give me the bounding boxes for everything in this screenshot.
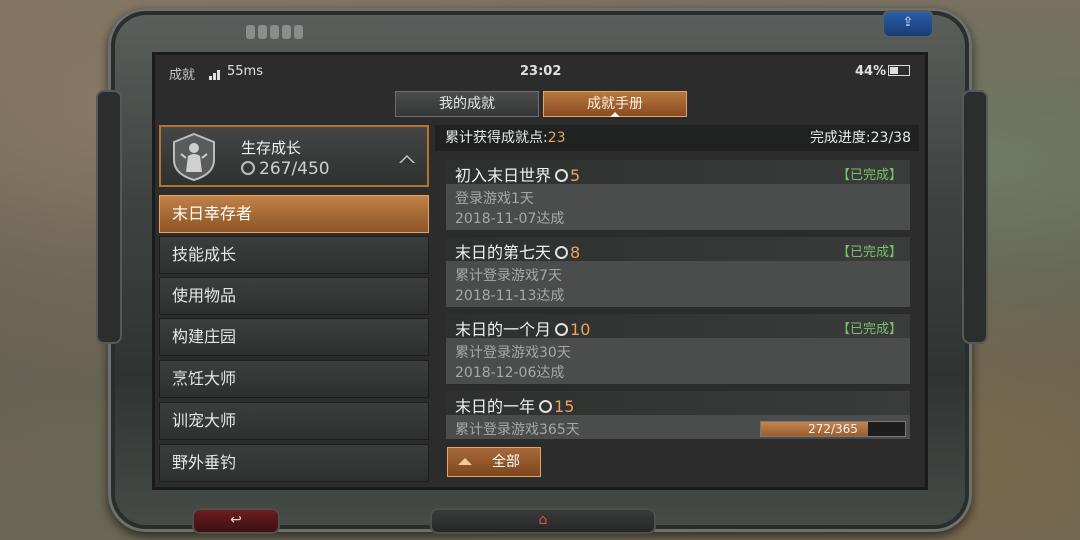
progress-text: 272/365	[808, 422, 858, 436]
medal-icon	[555, 169, 569, 182]
subcategory-item[interactable]: 使用物品	[159, 277, 429, 315]
total-points-value: 23	[547, 130, 566, 146]
achievement-name: 初入末日世界 5	[455, 162, 580, 186]
signal-icon	[209, 65, 221, 80]
total-points: 累计获得成就点:23	[445, 125, 566, 151]
tab-my-achievements[interactable]: 我的成就	[395, 91, 539, 117]
ping-value: 55ms	[227, 64, 263, 79]
medal-icon	[241, 161, 255, 175]
status-bar: 成就 55ms 23:02 44%	[155, 55, 925, 89]
achievement-card[interactable]: 末日的第七天 8 【已完成】 累计登录游戏7天 2018-11-13达成	[445, 236, 911, 308]
medal-icon	[555, 323, 569, 336]
achievement-desc: 累计登录游戏7天	[455, 268, 562, 284]
subcategory-item[interactable]: 训宠大师	[159, 402, 429, 440]
home-button[interactable]: ⌂	[430, 508, 656, 534]
subcategory-item[interactable]: 末日幸存者	[159, 195, 429, 233]
achievement-points: 5	[570, 166, 581, 185]
completed-badge: 【已完成】	[836, 168, 902, 183]
tab-achievement-handbook[interactable]: 成就手册	[543, 91, 687, 117]
achievement-name: 末日的第七天 8	[455, 239, 580, 263]
frame-left-handle	[96, 90, 122, 344]
battery-percent: 44%	[855, 64, 887, 79]
share-icon: ⇪	[902, 15, 914, 30]
filter-all-button[interactable]: 全部	[447, 447, 541, 477]
medal-icon	[555, 246, 569, 259]
category-header[interactable]: 生存成长 267/450	[159, 125, 429, 187]
achievement-card[interactable]: 末日的一年 15 累计登录游戏365天 272/365	[445, 390, 911, 440]
subcategory-item[interactable]: 野外垂钓	[159, 444, 429, 482]
screen: 成就 55ms 23:02 44% 我的成就 成就手册 生存成长 267/450…	[152, 52, 928, 490]
survivor-badge-icon	[173, 132, 215, 182]
clock: 23:02	[520, 64, 562, 79]
achievement-title: 末日的一个月	[455, 320, 552, 339]
subcategory-item[interactable]: 技能成长	[159, 236, 429, 274]
achievement-date: 2018-11-13达成	[455, 288, 565, 304]
achievement-points: 8	[570, 243, 581, 262]
back-icon: ↩	[230, 512, 242, 528]
completed-badge: 【已完成】	[836, 245, 902, 260]
collapse-chevron-icon[interactable]	[399, 155, 415, 163]
category-title: 生存成长	[241, 139, 302, 157]
achievement-list: 累计获得成就点:23 完成进度:23/38 初入末日世界 5 【已完成】 登录游戏…	[435, 125, 919, 487]
achievement-date: 2018-12-06达成	[455, 365, 565, 381]
achievement-date: 2018-11-07达成	[455, 211, 565, 227]
medal-icon	[539, 400, 553, 413]
filter-label: 全部	[492, 454, 520, 470]
achievement-desc: 累计登录游戏30天	[455, 345, 571, 361]
achievement-card[interactable]: 初入末日世界 5 【已完成】 登录游戏1天 2018-11-07达成	[445, 159, 911, 231]
battery-icon	[888, 65, 910, 76]
category-points: 267/450	[241, 159, 330, 179]
frame-grip	[246, 24, 312, 40]
app-name: 成就	[169, 68, 196, 83]
achievement-title: 末日的一年	[455, 397, 536, 416]
subcategory-item[interactable]: 构建庄园	[159, 318, 429, 356]
completed-badge: 【已完成】	[836, 322, 902, 337]
achievement-name: 末日的一个月 10	[455, 316, 590, 340]
subcategory-item[interactable]: 烹饪大师	[159, 360, 429, 398]
achievement-desc: 登录游戏1天	[455, 191, 534, 207]
achievement-name: 末日的一年 15	[455, 393, 574, 417]
summary-bar: 累计获得成就点:23 完成进度:23/38	[435, 125, 919, 151]
chevron-up-icon	[458, 458, 472, 465]
back-button[interactable]: ↩	[192, 508, 280, 534]
achievement-desc: 累计登录游戏365天	[455, 422, 580, 438]
total-points-label: 累计获得成就点:	[445, 130, 548, 146]
achievement-points: 10	[570, 320, 591, 339]
achievement-progress-bar: 272/365	[760, 421, 906, 437]
completion-progress: 完成进度:23/38	[809, 130, 911, 146]
frame-right-handle	[962, 90, 988, 344]
share-button[interactable]: ⇪	[882, 10, 934, 38]
category-points-value: 267/450	[259, 159, 330, 179]
home-icon: ⌂	[538, 512, 548, 528]
achievement-card[interactable]: 末日的一个月 10 【已完成】 累计登录游戏30天 2018-12-06达成	[445, 313, 911, 385]
achievement-points: 15	[554, 397, 575, 416]
category-panel: 生存成长 267/450 末日幸存者 技能成长 使用物品 构建庄园 烹饪大师 训…	[159, 125, 429, 487]
achievement-title: 末日的第七天	[455, 243, 552, 262]
achievement-title: 初入末日世界	[455, 166, 552, 185]
